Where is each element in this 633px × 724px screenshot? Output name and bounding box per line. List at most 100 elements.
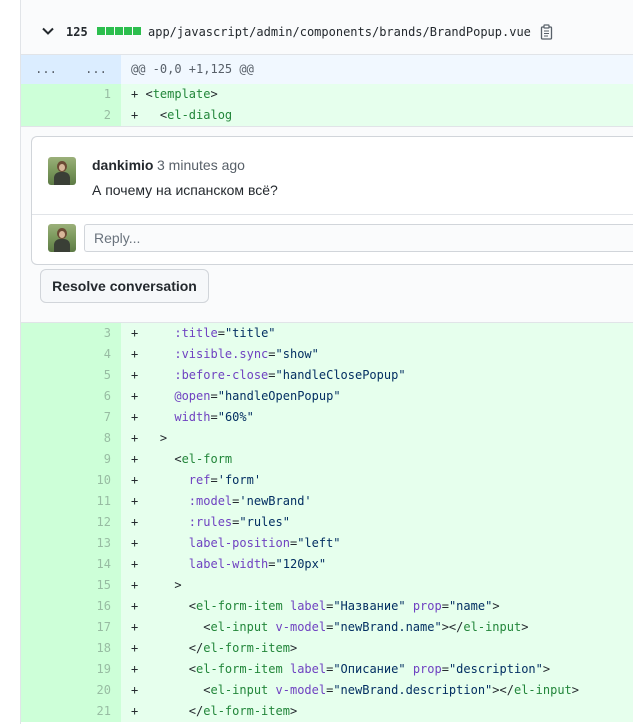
expand-up-button[interactable]: ...: [21, 55, 71, 84]
old-line-number[interactable]: [21, 344, 71, 365]
old-line-number[interactable]: [21, 575, 71, 596]
comment-body: А почему на испанском всё?: [92, 182, 278, 198]
old-line-number[interactable]: [21, 638, 71, 659]
new-line-number[interactable]: 4: [71, 344, 121, 365]
diff-line: 16 + <el-form-item label="Название" prop=…: [21, 596, 633, 617]
old-line-number[interactable]: [21, 84, 71, 105]
code-line: + :model='newBrand': [131, 494, 312, 508]
comment-divider: [32, 214, 633, 215]
old-line-number[interactable]: [21, 617, 71, 638]
new-line-number[interactable]: 17: [71, 617, 121, 638]
diff-line: 14 + label-width="120px": [21, 554, 633, 575]
old-line-number[interactable]: [21, 701, 71, 722]
chevron-down-icon[interactable]: [41, 24, 55, 38]
old-line-number[interactable]: [21, 554, 71, 575]
hunk-header: ... ... @@ -0,0 +1,125 @@: [21, 55, 633, 84]
old-line-number[interactable]: [21, 470, 71, 491]
diff-line: 13 + label-position="left": [21, 533, 633, 554]
diff-line: 15 + >: [21, 575, 633, 596]
new-line-number[interactable]: 13: [71, 533, 121, 554]
diff-line: 11 + :model='newBrand': [21, 491, 633, 512]
diff-line: 8 + >: [21, 428, 633, 449]
code-line: + width="60%": [131, 410, 254, 424]
old-line-number[interactable]: [21, 533, 71, 554]
code-line: + :title="title": [131, 326, 276, 340]
diff-line: 4 + :visible.sync="show": [21, 344, 633, 365]
old-line-number[interactable]: [21, 105, 71, 126]
new-line-number[interactable]: 6: [71, 386, 121, 407]
new-line-number[interactable]: 19: [71, 659, 121, 680]
comment-timestamp[interactable]: 3 minutes ago: [157, 157, 245, 173]
code-line: + @open="handleOpenPopup": [131, 389, 341, 403]
code-line: + <el-input v-model="newBrand.descriptio…: [131, 683, 579, 697]
new-line-number[interactable]: 14: [71, 554, 121, 575]
code-line: + <el-dialog: [131, 108, 233, 122]
clipboard-icon[interactable]: [540, 24, 554, 40]
reply-input[interactable]: Reply...: [84, 224, 633, 252]
code-line: + <el-form: [131, 452, 233, 466]
old-line-number[interactable]: [21, 512, 71, 533]
diff-line: 7 + width="60%": [21, 407, 633, 428]
code-line: + <template>: [131, 87, 218, 101]
new-line-number[interactable]: 3: [71, 323, 121, 344]
new-line-number[interactable]: 5: [71, 365, 121, 386]
old-line-number[interactable]: [21, 449, 71, 470]
new-line-number[interactable]: 18: [71, 638, 121, 659]
comment-box: dankimio 3 minutes ago А почему на испан…: [31, 136, 633, 265]
new-line-number[interactable]: 1: [71, 84, 121, 105]
diff-line: 9 + <el-form: [21, 449, 633, 470]
diff-line: 21 + </el-form-item>: [21, 701, 633, 722]
diff-line: 6 + @open="handleOpenPopup": [21, 386, 633, 407]
code-line: + <el-input v-model="newBrand.name"></el…: [131, 620, 529, 634]
new-line-number[interactable]: 16: [71, 596, 121, 617]
new-line-number[interactable]: 20: [71, 680, 121, 701]
reply-avatar: [48, 224, 76, 252]
new-line-number[interactable]: 7: [71, 407, 121, 428]
diff-line: 10 + ref='form': [21, 470, 633, 491]
old-line-number[interactable]: [21, 491, 71, 512]
new-line-number[interactable]: 21: [71, 701, 121, 722]
file-path[interactable]: app/javascript/admin/components/brands/B…: [148, 25, 531, 39]
old-line-number[interactable]: [21, 365, 71, 386]
old-line-number[interactable]: [21, 407, 71, 428]
new-line-number[interactable]: 11: [71, 491, 121, 512]
diff-line: 2 + <el-dialog: [21, 105, 633, 126]
old-line-number[interactable]: [21, 386, 71, 407]
resolve-conversation-button[interactable]: Resolve conversation: [40, 269, 209, 303]
old-line-number[interactable]: [21, 680, 71, 701]
code-line: + <el-form-item label="Название" prop="n…: [131, 599, 500, 613]
diff-line: 20 + <el-input v-model="newBrand.descript…: [21, 680, 633, 701]
code-line: + >: [131, 431, 168, 445]
code-line: + <el-form-item label="Описание" prop="d…: [131, 662, 551, 676]
code-line: + label-position="left": [131, 536, 341, 550]
code-line: + label-width="120px": [131, 557, 327, 571]
code-line: + :visible.sync="show": [131, 347, 319, 361]
new-line-number[interactable]: 10: [71, 470, 121, 491]
code-line: + ref='form': [131, 473, 262, 487]
new-line-number[interactable]: 15: [71, 575, 121, 596]
avatar[interactable]: [48, 157, 76, 185]
code-line: + </el-form-item>: [131, 641, 298, 655]
code-line: + :rules="rules": [131, 515, 290, 529]
diff-line: 18 + </el-form-item>: [21, 638, 633, 659]
diff-line: 3 + :title="title": [21, 323, 633, 344]
new-line-number[interactable]: 8: [71, 428, 121, 449]
diff-line: 12 + :rules="rules": [21, 512, 633, 533]
old-line-number[interactable]: [21, 659, 71, 680]
new-line-number[interactable]: 12: [71, 512, 121, 533]
code-line: + >: [131, 578, 182, 592]
file-header: 125 app/javascript/admin/components/bran…: [21, 0, 633, 55]
old-line-number[interactable]: [21, 323, 71, 344]
comment-author[interactable]: dankimio: [92, 157, 153, 173]
code-line: + :before-close="handleClosePopup": [131, 368, 406, 382]
new-line-number[interactable]: 9: [71, 449, 121, 470]
expand-down-button[interactable]: ...: [71, 55, 121, 84]
diff-line: 5 + :before-close="handleClosePopup": [21, 365, 633, 386]
diff-line: 17 + <el-input v-model="newBrand.name"></…: [21, 617, 633, 638]
hunk-range: @@ -0,0 +1,125 @@: [131, 62, 254, 76]
diffstat-bar: [97, 27, 141, 35]
old-line-number[interactable]: [21, 596, 71, 617]
old-line-number[interactable]: [21, 428, 71, 449]
code-line: + </el-form-item>: [131, 704, 298, 718]
new-line-number[interactable]: 2: [71, 105, 121, 126]
